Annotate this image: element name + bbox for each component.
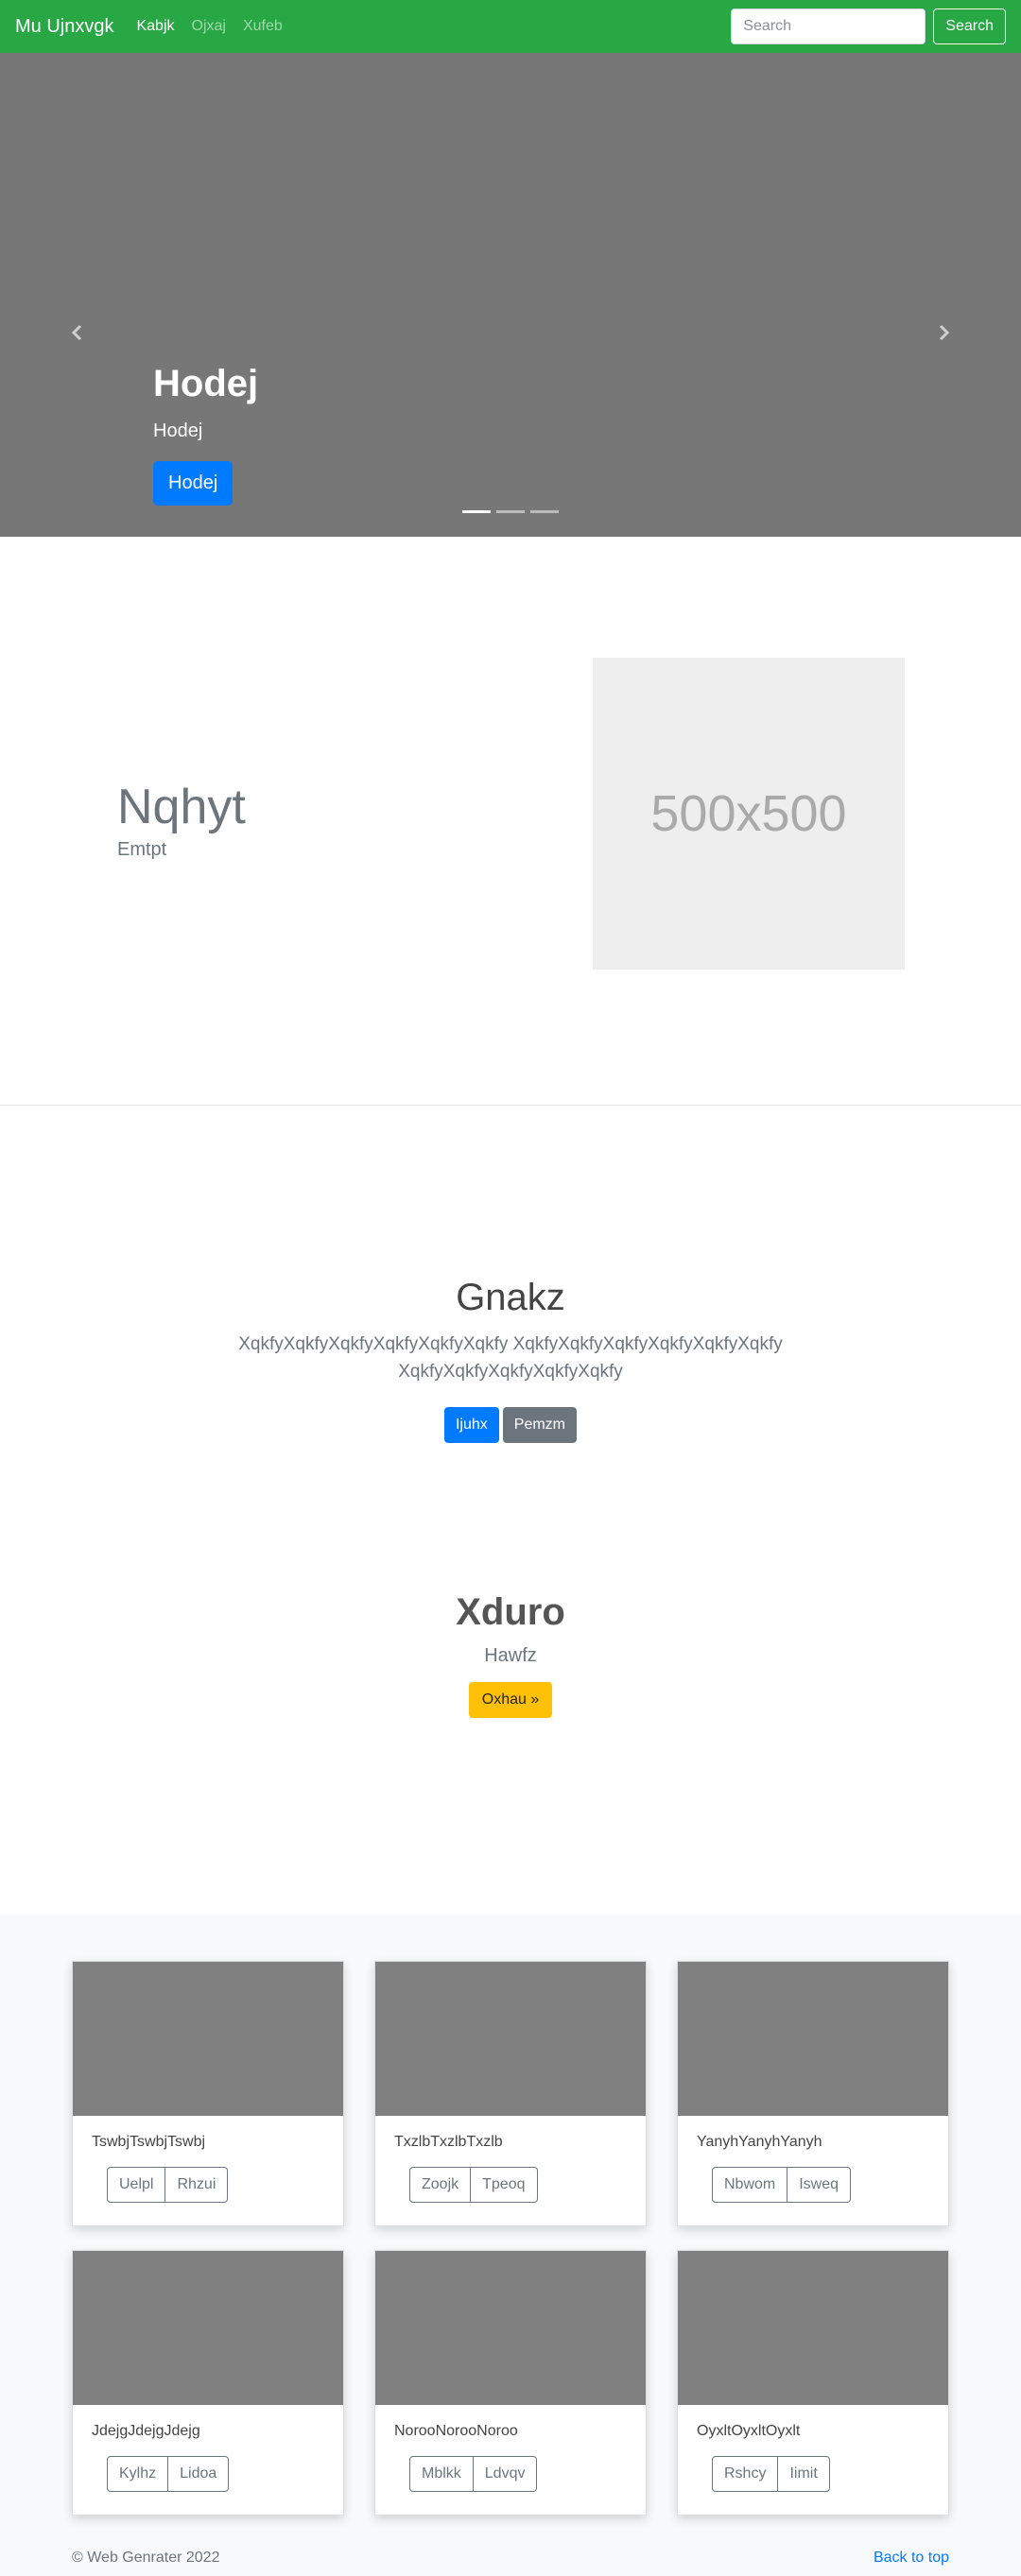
hero-carousel: Hodej Hodej Hodej [0, 53, 1021, 537]
card: NorooNorooNoroo Mblkk Ldvqv [374, 2250, 647, 2516]
card-text: TswbjTswbjTswbj [92, 2134, 206, 2150]
card-button-first[interactable]: Zoojk [409, 2167, 472, 2203]
promo-button[interactable]: Oxhau » [468, 1682, 553, 1718]
jumbotron-actions: Ijuhx Pemzm [0, 1406, 1021, 1443]
nav-link-ojxaj[interactable]: Ojxaj [192, 18, 226, 35]
card-text: YanyhYanyhYanyh [697, 2134, 822, 2150]
feature-image-placeholder: 500x500 [593, 658, 905, 970]
carousel-button[interactable]: Hodej [153, 461, 234, 506]
carousel-indicators [0, 510, 1021, 513]
footer: © Web Genrater 2022 Back to top [0, 2540, 1021, 2576]
card-button-group: Mblkk Ldvqv [409, 2456, 538, 2492]
card-body: TswbjTswbjTswbj Uelpl Rhzui [73, 2116, 343, 2221]
card: JdejgJdejgJdejg Kylhz Lidoa [72, 2250, 344, 2516]
feature-section: Nqhyt Emtpt 500x500 [0, 537, 1021, 1106]
card: YanyhYanyhYanyh Nbwom Isweq [677, 1961, 949, 2226]
feature-subheading: Emtpt [117, 838, 167, 860]
back-to-top-link[interactable]: Back to top [874, 2550, 949, 2567]
card-text: NorooNorooNoroo [394, 2423, 518, 2439]
nav-left: Mu Ujnxvgk Kabjk Ojxaj Xufeb [15, 16, 300, 38]
album-section: TswbjTswbjTswbj Uelpl Rhzui TxzlbTxzlbTx… [0, 1915, 1021, 2540]
card-button-second[interactable]: Rhzui [165, 2167, 229, 2203]
card-image [375, 2251, 646, 2405]
promo-section: Xduro Hawfz Oxhau » [0, 1530, 1021, 1915]
jumbotron-section: Gnakz XqkfyXqkfyXqkfyXqkfyXqkfyXqkfy Xqk… [0, 1106, 1021, 1530]
card-button-first[interactable]: Uelpl [107, 2167, 166, 2203]
navbar: Mu Ujnxvgk Kabjk Ojxaj Xufeb Search [0, 0, 1021, 53]
card-text: JdejgJdejgJdejg [92, 2423, 200, 2439]
carousel-indicator[interactable] [530, 510, 559, 513]
nav-search-form: Search [731, 9, 1006, 44]
card-button-first[interactable]: Nbwom [712, 2167, 788, 2203]
card-grid: TswbjTswbjTswbj Uelpl Rhzui TxzlbTxzlbTx… [72, 1961, 949, 2516]
card-image [73, 2251, 343, 2405]
card-button-group: Rshcy Iimit [712, 2456, 830, 2492]
promo-subtitle: Hawfz [484, 1645, 537, 1666]
carousel-caption: Hodej Hodej Hodej [153, 363, 258, 506]
carousel-subtitle: Hodej [153, 421, 203, 441]
card-button-group: Kylhz Lidoa [107, 2456, 230, 2492]
carousel-title: Hodej [153, 363, 259, 404]
jumbotron-title: Gnakz [456, 1277, 565, 1318]
card-body: OyxltOyxltOyxlt Rshcy Iimit [678, 2405, 948, 2510]
card-button-group: Zoojk Tpeoq [409, 2167, 538, 2203]
card-button-second[interactable]: Lidoa [168, 2456, 230, 2492]
footer-copyright: © Web Genrater 2022 [72, 2550, 220, 2566]
secondary-button[interactable]: Pemzm [502, 1406, 578, 1443]
card-button-second[interactable]: Iimit [778, 2456, 830, 2492]
carousel-next-icon[interactable] [934, 323, 953, 342]
feature-text: Nqhyt Emtpt [117, 781, 590, 860]
jumbotron-lead: XqkfyXqkfyXqkfyXqkfyXqkfyXqkfy XqkfyXqkf… [238, 1334, 783, 1382]
primary-button[interactable]: Ijuhx [443, 1406, 499, 1443]
search-button[interactable]: Search [933, 9, 1006, 44]
nav-link-kabjk[interactable]: Kabjk [136, 18, 174, 35]
card-text: TxzlbTxzlbTxzlb [394, 2134, 503, 2150]
card-button-second[interactable]: Ldvqv [473, 2456, 538, 2492]
card-image [678, 2251, 948, 2405]
carousel-indicator[interactable] [462, 510, 491, 513]
card-text: OyxltOyxltOyxlt [697, 2423, 801, 2439]
card-button-first[interactable]: Mblkk [409, 2456, 474, 2492]
card-body: YanyhYanyhYanyh Nbwom Isweq [678, 2116, 948, 2221]
card-image [375, 1962, 646, 2116]
carousel-prev-icon[interactable] [68, 323, 87, 342]
card-button-first[interactable]: Rshcy [712, 2456, 779, 2492]
card-body: NorooNorooNoroo Mblkk Ldvqv [375, 2405, 646, 2510]
brand-link[interactable]: Mu Ujnxvgk [15, 16, 113, 38]
card-button-second[interactable]: Tpeoq [471, 2167, 538, 2203]
card-body: TxzlbTxzlbTxzlb Zoojk Tpeoq [375, 2116, 646, 2221]
card-button-group: Nbwom Isweq [712, 2167, 852, 2203]
card-body: JdejgJdejgJdejg Kylhz Lidoa [73, 2405, 343, 2510]
carousel-indicator[interactable] [496, 510, 525, 513]
search-input[interactable] [731, 9, 926, 44]
card-button-group: Uelpl Rhzui [107, 2167, 229, 2203]
card: TxzlbTxzlbTxzlb Zoojk Tpeoq [374, 1961, 647, 2226]
nav-link-xufeb[interactable]: Xufeb [243, 18, 283, 35]
card-button-second[interactable]: Isweq [787, 2167, 852, 2203]
promo-title: Xduro [456, 1591, 565, 1633]
card: OyxltOyxltOyxlt Rshcy Iimit [677, 2250, 949, 2516]
card-image [678, 1962, 948, 2116]
feature-heading: Nqhyt [117, 780, 246, 835]
card: TswbjTswbjTswbj Uelpl Rhzui [72, 1961, 344, 2226]
card-image [73, 1962, 343, 2116]
card-button-first[interactable]: Kylhz [107, 2456, 169, 2492]
